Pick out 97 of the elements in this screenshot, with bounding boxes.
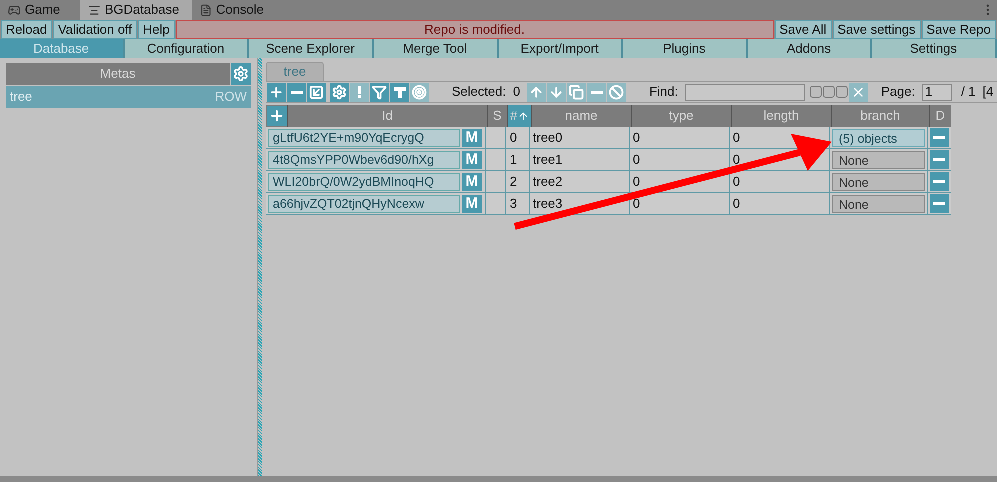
- table-cell: 1: [506, 149, 530, 170]
- delete-row-button[interactable]: [930, 194, 948, 213]
- delete-row-button[interactable]: [930, 128, 948, 147]
- table-cell: 0: [730, 193, 830, 214]
- minus-icon: [290, 90, 302, 94]
- table-cell: 0: [630, 193, 730, 214]
- lines-icon: [88, 4, 101, 16]
- arrow-down-icon: [549, 84, 564, 100]
- id-field[interactable]: a66hjvZQT02tjnQHyNcexw: [268, 194, 460, 212]
- nav-tab[interactable]: Settings: [872, 39, 997, 58]
- splitter[interactable]: [258, 58, 262, 476]
- plus-icon: [269, 108, 285, 124]
- remove-button[interactable]: [287, 82, 306, 102]
- delete-row-button[interactable]: [930, 150, 948, 169]
- plus-icon: [269, 84, 284, 100]
- find-field[interactable]: [685, 84, 806, 100]
- table-cell: 0: [630, 127, 730, 148]
- settings-button[interactable]: [330, 82, 349, 102]
- target-icon: [412, 84, 427, 100]
- settings-button[interactable]: [231, 63, 251, 85]
- branch-selector[interactable]: None: [832, 150, 925, 168]
- nav-tab[interactable]: Addons: [748, 39, 872, 58]
- copy-button[interactable]: [567, 82, 586, 102]
- gear-icon: [332, 84, 347, 100]
- find-toggle[interactable]: [823, 86, 836, 98]
- table-cell: tree3: [530, 193, 630, 214]
- table-cell: tree2: [530, 171, 630, 192]
- status-banner: Repo is modified.: [176, 20, 774, 39]
- find-label: Find:: [649, 83, 678, 102]
- m-button[interactable]: M: [462, 172, 482, 190]
- meta-type: ROW: [215, 88, 247, 106]
- edit-button[interactable]: [307, 82, 326, 102]
- table-cell: 0: [630, 171, 730, 192]
- filter-button[interactable]: [370, 82, 389, 102]
- arrow-box-icon: [309, 84, 324, 100]
- toolbar-button[interactable]: Validation off: [53, 20, 138, 39]
- t-shape-icon: [392, 85, 406, 99]
- m-button[interactable]: M: [462, 194, 482, 212]
- branch-selector[interactable]: None: [832, 172, 925, 190]
- page-field[interactable]: 1: [922, 84, 952, 100]
- table-cell: 2: [506, 171, 530, 192]
- window-tab[interactable]: BGDatabase: [80, 0, 192, 20]
- minus-button[interactable]: [587, 82, 606, 102]
- nav-tab[interactable]: Configuration: [124, 39, 250, 58]
- branch-selector[interactable]: (5) objects: [832, 128, 925, 146]
- selected-count: 0: [513, 83, 520, 102]
- table-cell: 0: [630, 149, 730, 170]
- id-field[interactable]: WLI20brQ/0W2ydBMInoqHQ: [268, 172, 460, 190]
- find-toggle[interactable]: [836, 86, 848, 98]
- minus-icon: [933, 180, 945, 183]
- nav-tab[interactable]: Plugins: [623, 39, 748, 58]
- page-extra: [4: [982, 83, 994, 102]
- table-cell: 0: [730, 171, 830, 192]
- selected-label: Selected:: [452, 83, 506, 102]
- move-down-button[interactable]: [547, 82, 566, 102]
- clear-button[interactable]: [607, 82, 626, 102]
- ban-icon: [609, 84, 624, 100]
- minus-icon: [933, 202, 945, 205]
- find-toggle[interactable]: [810, 86, 822, 98]
- window-tab[interactable]: Game: [0, 0, 80, 20]
- move-up-button[interactable]: [527, 82, 546, 102]
- toolbar-button[interactable]: Save Repo: [922, 20, 996, 39]
- toolbar-button[interactable]: Save All: [774, 20, 832, 39]
- branch-selector[interactable]: None: [832, 194, 925, 212]
- gamepad-icon: [8, 4, 21, 16]
- t-button[interactable]: [390, 82, 409, 102]
- filter-icon: [372, 84, 387, 100]
- table-cell: 3: [506, 193, 530, 214]
- page-total: / 1: [961, 83, 976, 102]
- add-row-button[interactable]: [267, 106, 287, 126]
- close-button[interactable]: [849, 82, 868, 102]
- metas-header: Metas: [6, 63, 230, 85]
- meta-name: tree: [10, 88, 32, 106]
- m-button[interactable]: M: [462, 128, 482, 146]
- minus-icon: [933, 136, 945, 139]
- nav-tab[interactable]: Export/Import: [498, 39, 624, 58]
- document-icon: [200, 4, 212, 16]
- id-field[interactable]: gLtfU6t2YE+m90YqEcrygQ: [268, 128, 460, 146]
- sort-icon: [518, 110, 529, 122]
- toolbar-button[interactable]: Save settings: [832, 20, 921, 39]
- page-label: Page:: [881, 83, 916, 102]
- m-button[interactable]: M: [462, 150, 482, 168]
- delete-row-button[interactable]: [930, 172, 948, 191]
- gear-icon: [233, 66, 249, 82]
- minus-icon: [590, 90, 603, 94]
- table-cell: 0: [506, 127, 530, 148]
- id-field[interactable]: 4t8QmsYPP0Wbev6d90/hXg: [268, 150, 460, 168]
- table-cell: tree0: [530, 127, 630, 148]
- toolbar-button[interactable]: Reload: [1, 20, 52, 39]
- table-cell: tree1: [530, 149, 630, 170]
- minus-icon: [933, 158, 945, 161]
- nav-tab[interactable]: Merge Tool: [374, 39, 498, 58]
- copy-icon: [569, 84, 584, 100]
- window-tab[interactable]: Console: [192, 0, 272, 20]
- toolbar-button[interactable]: Help: [138, 20, 175, 39]
- add-button[interactable]: [267, 82, 286, 102]
- nav-tab[interactable]: Scene Explorer: [249, 39, 374, 58]
